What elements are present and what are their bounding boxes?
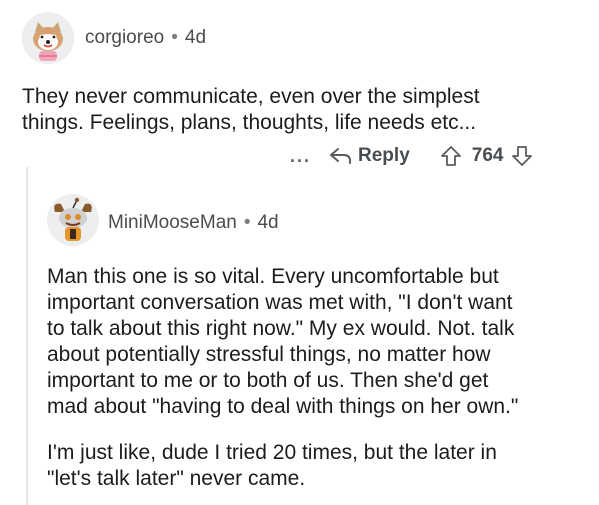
reply-paragraph-1: Man this one is so vital. Every uncomfor… — [47, 264, 518, 420]
snoo-avatar-icon — [22, 12, 74, 64]
username[interactable]: corgioreo — [85, 27, 164, 48]
reply-user-avatar[interactable] — [47, 194, 99, 246]
reply-body-line: important to me or to both of us. Then s… — [47, 369, 489, 392]
comment-body-line: things. Feelings, plans, thoughts, life … — [22, 111, 477, 134]
reply-age: 4d — [257, 212, 279, 233]
comment-meta: corgioreo • 4d — [85, 27, 206, 49]
comment-body: They never communicate, even over the si… — [22, 84, 480, 136]
reply-username[interactable]: MiniMooseMan — [108, 212, 237, 233]
reply-arrow-icon — [330, 148, 352, 164]
reply-body-line: to talk about this right now." My ex wou… — [47, 317, 515, 340]
downvote-button[interactable] — [511, 145, 533, 167]
upvote-arrow-icon — [440, 146, 461, 166]
upvote-button[interactable] — [440, 145, 462, 167]
separator-dot: • — [171, 27, 178, 48]
comment-thread: corgioreo • 4d They never communicate, eve… — [0, 0, 599, 505]
snoo-avatar-icon — [47, 194, 99, 246]
reply-body-line: I'm just like, dude I tried 20 times, bu… — [47, 441, 497, 464]
more-options-button[interactable]: ... — [290, 146, 311, 167]
reply-body-line: about potentially stressful things, no m… — [47, 343, 491, 366]
reply-body-line: Man this one is so vital. Every uncomfor… — [47, 265, 499, 288]
comment-age: 4d — [184, 27, 207, 48]
vote-count: 764 — [471, 145, 504, 166]
reply-body-line: "let's talk later" never came. — [47, 467, 306, 490]
user-avatar[interactable] — [22, 12, 74, 64]
comment-actions: ... Reply 764 — [290, 145, 533, 167]
reply-meta: MiniMooseMan • 4d — [108, 212, 279, 234]
reply-body-line: important conversation was met with, "I … — [47, 291, 513, 314]
thread-line[interactable] — [26, 167, 28, 505]
reply-body: Man this one is so vital. Every uncomfor… — [47, 264, 518, 492]
reply-label: Reply — [358, 145, 410, 166]
comment-body-line: They never communicate, even over the si… — [22, 85, 480, 108]
reply-button[interactable]: Reply — [329, 145, 410, 167]
reply-body-line: mad about "having to deal with things on… — [47, 395, 519, 418]
reply-paragraph-2: I'm just like, dude I tried 20 times, bu… — [47, 440, 518, 492]
downvote-arrow-icon — [512, 146, 533, 166]
separator-dot: • — [243, 212, 251, 233]
